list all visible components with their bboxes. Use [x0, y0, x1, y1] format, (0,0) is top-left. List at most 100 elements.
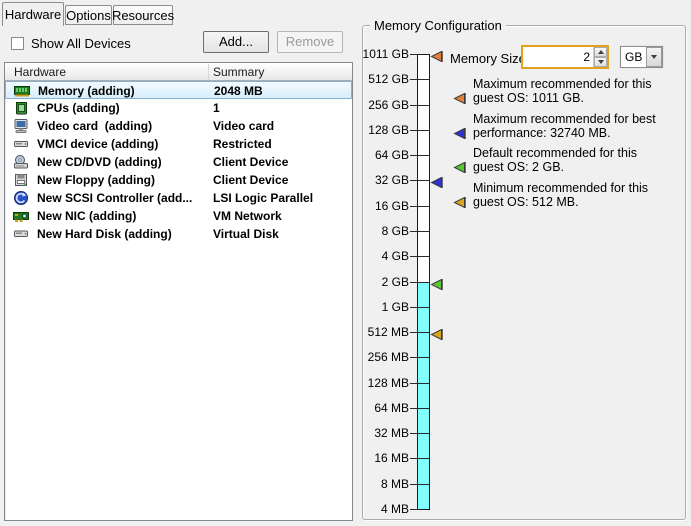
scale-segment-line — [418, 484, 429, 485]
show-all-devices-label[interactable]: Show All Devices — [31, 36, 131, 51]
scale-tick-label: 4 GB — [352, 250, 409, 263]
scale-tick-label: 512 GB — [352, 73, 409, 86]
scale-tick-mark — [410, 509, 417, 510]
memory-scale-fill — [418, 282, 429, 509]
memory-size-label: Memory Size: — [450, 51, 529, 66]
scale-segment-line — [418, 231, 429, 232]
default-recommended-marker[interactable] — [430, 277, 443, 288]
table-row[interactable]: Video card (adding) Video card — [5, 117, 352, 135]
scale-tick-mark — [410, 357, 417, 358]
cd-dvd-icon — [13, 154, 29, 170]
table-row[interactable]: New SCSI Controller (add... LSI Logic Pa… — [5, 189, 352, 207]
scale-tick-label: 16 GB — [352, 200, 409, 213]
scale-segment-line — [418, 332, 429, 333]
device-name: New Hard Disk (adding) — [37, 227, 172, 241]
table-row[interactable]: New Floppy (adding) Client Device — [5, 171, 352, 189]
scale-tick-mark — [410, 282, 417, 283]
scale-segment-line — [418, 105, 429, 106]
scale-tick-label: 2 GB — [352, 276, 409, 289]
spin-up-button[interactable] — [594, 47, 607, 57]
memory-icon — [14, 83, 30, 99]
table-row[interactable]: New Hard Disk (adding) Virtual Disk — [5, 225, 352, 243]
scale-segment-line — [418, 79, 429, 80]
note-text: Maximum recommended for thisguest OS: 10… — [473, 77, 652, 105]
max-guest-os-marker[interactable] — [430, 49, 443, 60]
scale-tick-mark — [410, 433, 417, 434]
note-text: Maximum recommended for bestperformance:… — [473, 112, 656, 140]
memory-unit-dropdown[interactable]: GB — [620, 46, 663, 68]
table-row[interactable]: VMCI device (adding) Restricted — [5, 135, 352, 153]
scale-tick-label: 1011 GB — [352, 48, 409, 61]
up-arrow-icon — [598, 50, 604, 54]
tab-resources[interactable]: Resources — [113, 5, 173, 25]
table-row[interactable]: New NIC (adding) VM Network — [5, 207, 352, 225]
device-name: VMCI device (adding) — [37, 137, 158, 151]
dropdown-button[interactable] — [646, 47, 662, 67]
table-row[interactable]: CPUs (adding) 1 — [5, 99, 352, 117]
scale-tick-mark — [410, 155, 417, 156]
scale-tick-mark — [410, 105, 417, 106]
device-name: Memory (adding) — [38, 84, 135, 98]
minimum-recommended-legend-icon — [453, 195, 466, 206]
device-name: New NIC (adding) — [37, 209, 136, 223]
scale-tick-mark — [410, 332, 417, 333]
scale-segment-line — [418, 180, 429, 181]
scale-tick-label: 512 MB — [352, 326, 409, 339]
scale-tick-label: 128 MB — [352, 377, 409, 390]
device-summary: Client Device — [213, 173, 288, 187]
scale-tick-label: 16 MB — [352, 452, 409, 465]
scale-tick-label: 32 GB — [352, 174, 409, 187]
scale-tick-mark — [410, 484, 417, 485]
tab-hardware[interactable]: Hardware — [2, 2, 64, 26]
scale-tick-label: 4 MB — [352, 503, 409, 516]
spin-down-button[interactable] — [594, 57, 607, 67]
scale-tick-label: 8 MB — [352, 478, 409, 491]
scale-tick-label: 256 GB — [352, 99, 409, 112]
scale-tick-mark — [410, 130, 417, 131]
scale-tick-mark — [410, 256, 417, 257]
scale-segment-line — [418, 383, 429, 384]
column-header-hardware[interactable]: Hardware — [14, 65, 66, 79]
scsi-controller-icon — [13, 190, 29, 206]
nic-icon — [13, 208, 29, 224]
scale-tick-label: 64 MB — [352, 402, 409, 415]
scale-tick-mark — [410, 383, 417, 384]
scale-tick-mark — [410, 408, 417, 409]
table-row[interactable]: New CD/DVD (adding) Client Device — [5, 153, 352, 171]
scale-segment-line — [418, 155, 429, 156]
vm-settings-dialog: Hardware Options Resources Show All Devi… — [0, 0, 691, 526]
memory-size-spinner[interactable]: 2 — [521, 45, 609, 69]
cpu-icon — [13, 100, 29, 116]
scale-segment-line — [418, 433, 429, 434]
add-button[interactable]: Add... — [203, 31, 269, 53]
scale-tick-label: 256 MB — [352, 351, 409, 364]
max-guest-os-legend-icon — [453, 91, 466, 102]
device-name: New CD/DVD (adding) — [37, 155, 162, 169]
best-performance-marker[interactable] — [430, 175, 443, 186]
device-name: CPUs (adding) — [37, 101, 120, 115]
scale-segment-line — [418, 307, 429, 308]
scale-tick-mark — [410, 231, 417, 232]
memory-scale-bar[interactable] — [417, 54, 430, 510]
table-row[interactable]: Memory (adding) 2048 MB — [5, 81, 352, 99]
memory-size-value[interactable]: 2 — [523, 47, 593, 67]
minimum-recommended-marker[interactable] — [430, 327, 443, 338]
scale-tick-mark — [410, 458, 417, 459]
scale-tick-mark — [410, 54, 417, 55]
tab-options[interactable]: Options — [65, 5, 112, 25]
scale-tick-mark — [410, 307, 417, 308]
device-name: New SCSI Controller (add... — [37, 191, 192, 205]
scale-tick-label: 64 GB — [352, 149, 409, 162]
scale-tick-mark — [410, 79, 417, 80]
show-all-devices-checkbox[interactable] — [11, 37, 24, 50]
video-card-icon — [13, 118, 29, 134]
scale-segment-line — [418, 256, 429, 257]
device-summary: Video card — [213, 119, 274, 133]
scale-tick-label: 128 GB — [352, 124, 409, 137]
default-recommended-legend-icon — [453, 160, 466, 171]
device-summary: Restricted — [213, 137, 272, 151]
hardware-device-table: Hardware Summary Memory (adding) 2048 MB… — [4, 62, 353, 521]
scale-segment-line — [418, 130, 429, 131]
column-header-summary[interactable]: Summary — [213, 65, 264, 79]
scale-segment-line — [418, 282, 429, 283]
